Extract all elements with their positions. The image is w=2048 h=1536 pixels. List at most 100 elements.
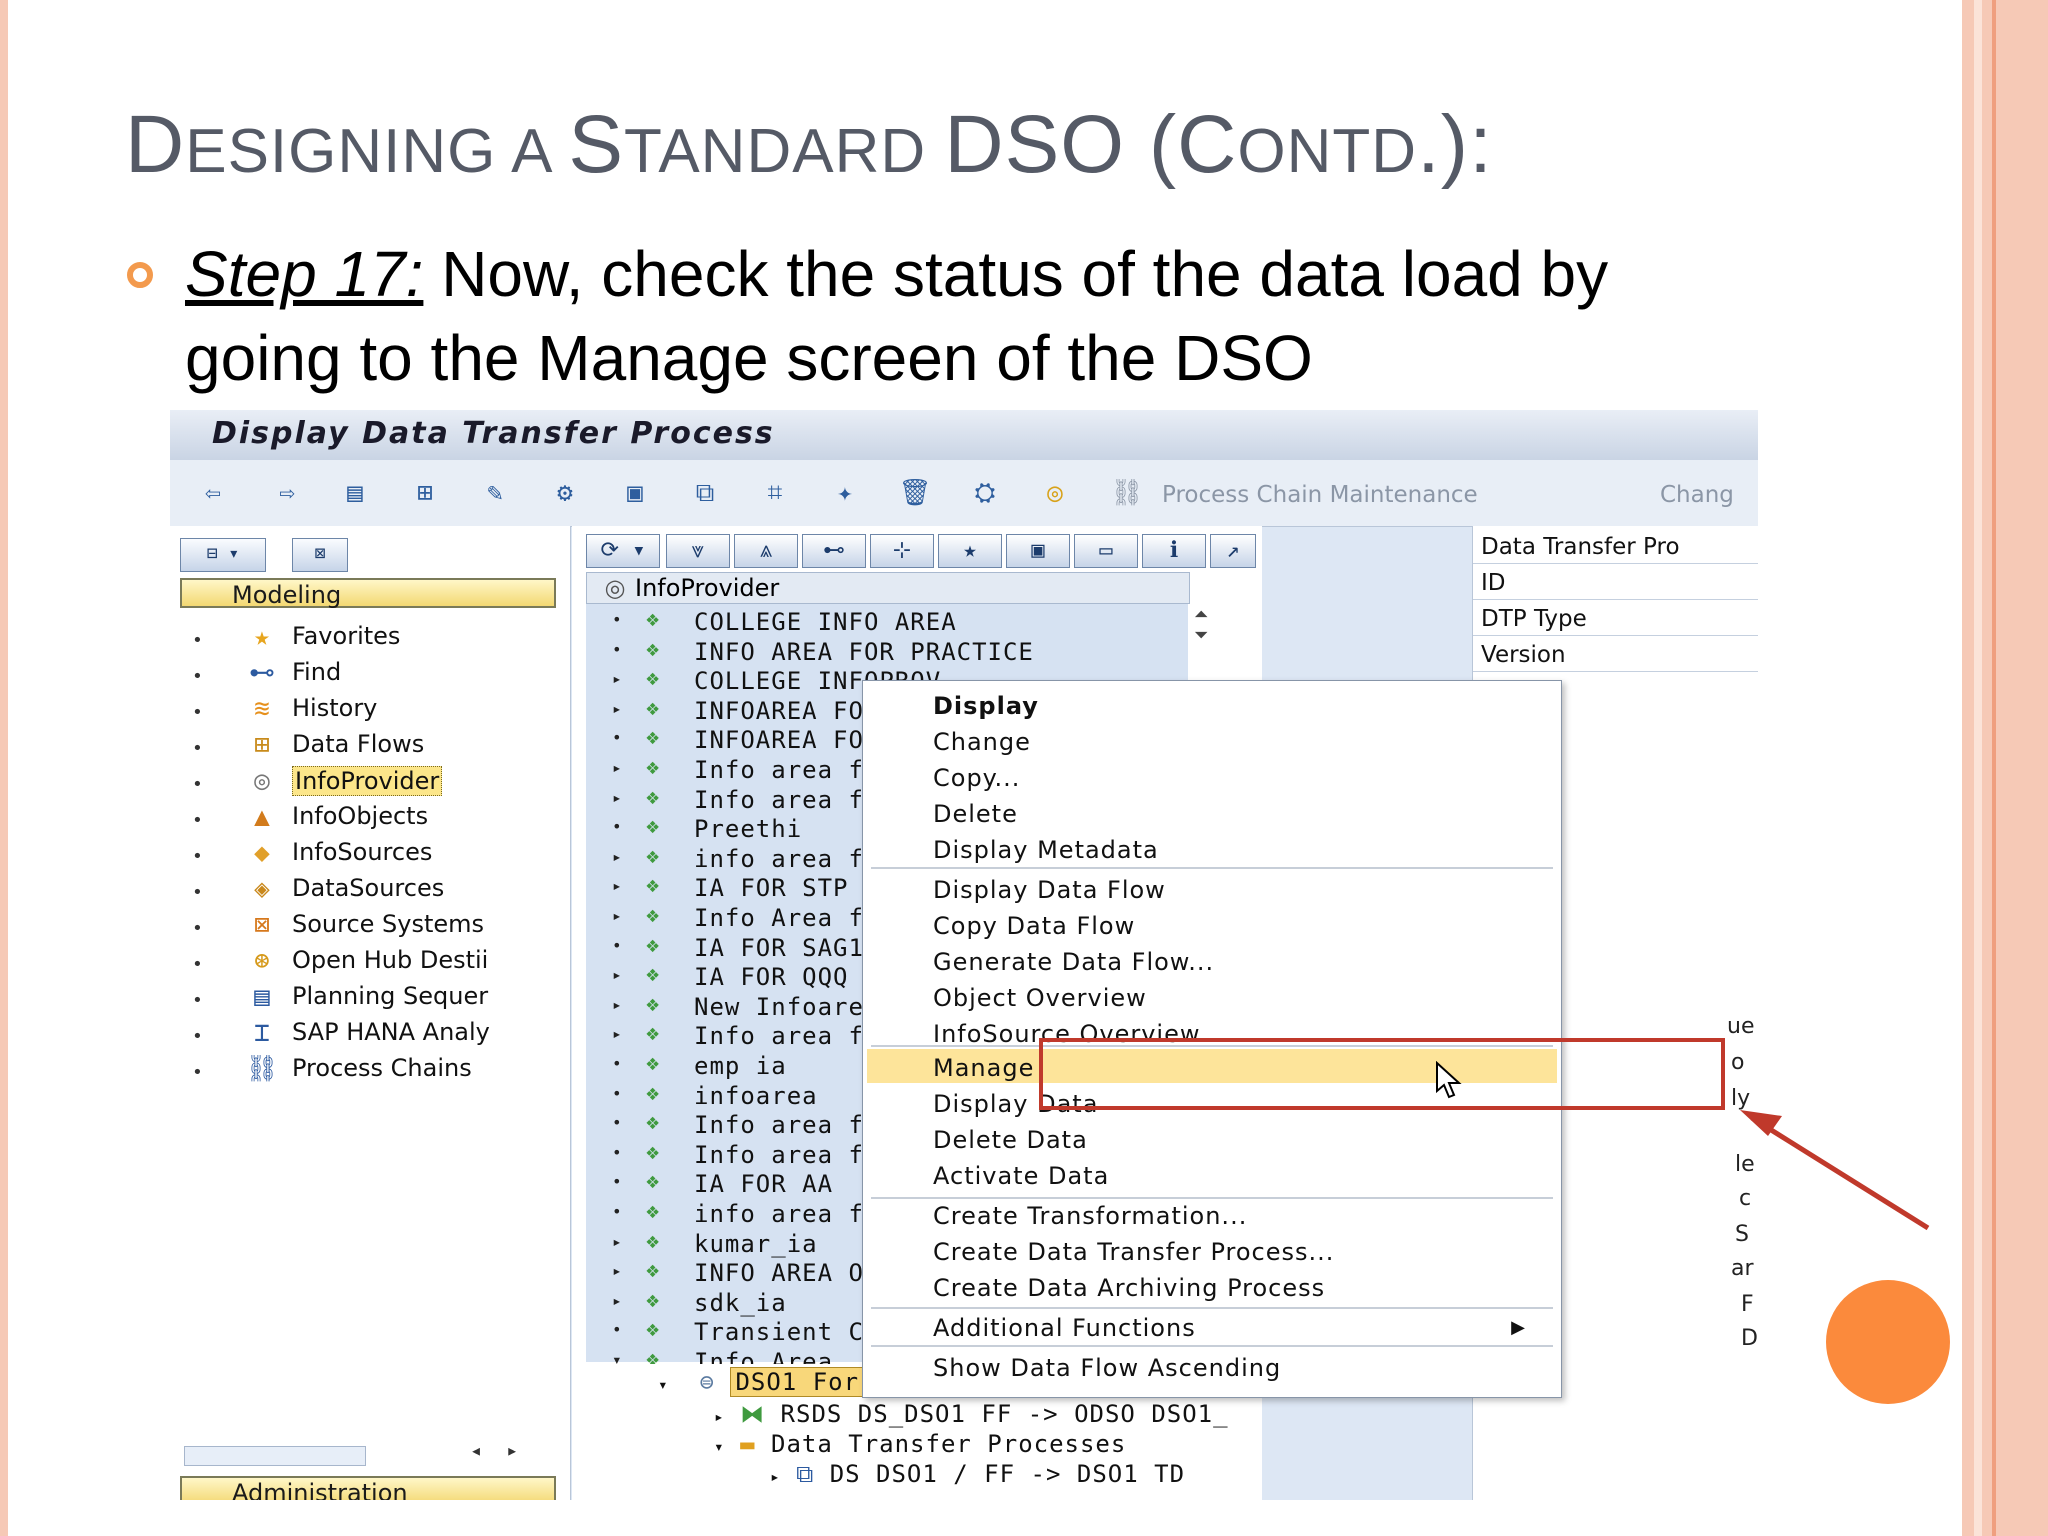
nav-item-open-hub[interactable]: • ⊛ Open Hub Destii [192, 944, 552, 980]
tree-toggle-icon[interactable]: • [612, 1054, 622, 1073]
menu-item-display-data-flow[interactable]: Display Data Flow [933, 875, 1166, 905]
menu-item-create-data-archiving-process[interactable]: Create Data Archiving Process [933, 1273, 1325, 1303]
tree-toggle-icon[interactable]: • [612, 640, 622, 659]
trash-icon[interactable]: 🗑 [898, 478, 932, 508]
edit-icon[interactable]: ✎ [478, 478, 512, 508]
hierarchy-icon[interactable]: ⊞ [408, 478, 442, 508]
tree-toggle-icon[interactable]: • [612, 1143, 622, 1162]
tree-toggle-icon[interactable]: ▸ [612, 1291, 622, 1310]
nav-item-infoprovider[interactable]: • ◎ InfoProvider [192, 764, 552, 800]
tree-toggle-icon[interactable]: ▸ [612, 847, 622, 866]
find-next-button[interactable]: ⊹ [870, 534, 934, 568]
nav-item-process-chains[interactable]: • ⛓ Process Chains [192, 1052, 552, 1088]
transformation-node[interactable]: ▸ ⧓ RSDS DS_DSO1 FF -> ODSO DSO1_ [714, 1400, 1229, 1430]
nav-item-planning[interactable]: • ▤ Planning Sequer [192, 980, 552, 1016]
tree-toggle-icon[interactable]: ▸ [612, 995, 622, 1014]
tree-row[interactable]: • ❖ INFO AREA FOR PRACTICE [586, 637, 1188, 667]
collapse-button[interactable]: ⩓ [734, 534, 798, 568]
info-button[interactable]: ℹ [1142, 534, 1206, 568]
tree-toggle-icon[interactable]: • [612, 1113, 622, 1132]
menu-item-copy[interactable]: Copy... [933, 763, 1020, 793]
tree-toggle-icon[interactable]: • [612, 1202, 622, 1221]
refresh-button[interactable]: ⟳ ▾ [586, 534, 660, 568]
tree-toggle-icon[interactable]: • [612, 728, 622, 747]
menu-item-additional-functions[interactable]: Additional Functions [933, 1313, 1196, 1343]
process-chain-icon: ⛓ [245, 1054, 279, 1084]
copy-icon[interactable]: ⧉ [688, 478, 722, 508]
forward-arrow-icon[interactable]: ⇨ [270, 478, 304, 508]
tree-row[interactable]: • ❖ COLLEGE INFO AREA [586, 607, 1188, 637]
menu-item-display-metadata[interactable]: Display Metadata [933, 835, 1159, 865]
tree-toggle-icon[interactable]: ▸ [612, 1261, 622, 1280]
tree-toggle-icon[interactable]: • [612, 936, 622, 955]
menu-item-object-overview[interactable]: Object Overview [933, 983, 1147, 1013]
menu-item-show-data-flow-ascending[interactable]: Show Data Flow Ascending [933, 1353, 1281, 1383]
menu-item-create-data-transfer-process[interactable]: Create Data Transfer Process... [933, 1237, 1334, 1267]
database-icon[interactable]: ◎ [1038, 478, 1072, 508]
tree-toggle-icon[interactable]: ▸ [612, 965, 622, 984]
menu-item-generate-data-flow[interactable]: Generate Data Flow... [933, 947, 1214, 977]
menu-item-copy-data-flow[interactable]: Copy Data Flow [933, 911, 1135, 941]
display-change-icon[interactable]: ▤ [338, 478, 372, 508]
display-button[interactable]: ▣ [1006, 534, 1070, 568]
nav-item-hana[interactable]: • ⌶ SAP HANA Analy [192, 1016, 552, 1052]
menu-item-delete-data[interactable]: Delete Data [933, 1125, 1088, 1155]
nav-horizontal-scrollbar[interactable] [184, 1446, 366, 1466]
menu-item-create-transformation[interactable]: Create Transformation... [933, 1201, 1247, 1231]
tree-toggle-icon[interactable]: • [612, 1084, 622, 1103]
nav-item-source-systems[interactable]: • ⊠ Source Systems [192, 908, 552, 944]
tree-toggle-icon[interactable]: ▸ [612, 1024, 622, 1043]
dtp-node[interactable]: ▸ ⧉ DS DSO1 / FF -> DSO1 TD [770, 1460, 1185, 1490]
monitor-icon[interactable]: ▣ [618, 478, 652, 508]
menu-item-activate-data[interactable]: Activate Data [933, 1161, 1109, 1191]
modeling-tab[interactable]: Modeling [180, 578, 556, 609]
chain-icon[interactable]: ⛓ [1110, 478, 1144, 508]
nav-item-datasources[interactable]: • ◈ DataSources [192, 872, 552, 908]
tree-toggle-icon[interactable]: ▸ [612, 788, 622, 807]
tree-toggle-icon[interactable]: • [612, 1172, 622, 1191]
tree-toggle-icon[interactable]: • [612, 817, 622, 836]
tree-scroll-arrows[interactable]: ⏶ ⏷ [1194, 604, 1234, 664]
process-chain-maintenance-button[interactable]: Process Chain Maintenance [1162, 482, 1478, 508]
tree-toggle-icon[interactable]: ▸ [612, 699, 622, 718]
tree-toggle-icon[interactable]: ▸ [612, 669, 622, 688]
star-icon: ★ [254, 622, 270, 652]
infoarea-icon: ❖ [646, 991, 660, 1017]
expand-button[interactable]: ⩔ [666, 534, 730, 568]
nav-item-data-flows[interactable]: • ⊞ Data Flows [192, 728, 552, 764]
check-icon[interactable]: ⚙ [548, 478, 582, 508]
cube-icon: ⊜ [699, 1368, 715, 1396]
tree-toggle-icon[interactable]: • [612, 1320, 622, 1339]
folder-button[interactable]: ▭ [1074, 534, 1138, 568]
tree-settings-button[interactable]: ⊟ ▾ [180, 538, 266, 572]
structure-icon[interactable]: ⌗ [758, 478, 792, 508]
change-button[interactable]: Chang [1660, 482, 1734, 508]
menu-item-delete[interactable]: Delete [933, 799, 1018, 829]
dtp-folder-node[interactable]: ▾ ▬ Data Transfer Processes [714, 1430, 1126, 1460]
administration-tab[interactable]: Administration [180, 1476, 556, 1500]
menu-item-manage[interactable]: Manage [933, 1053, 1034, 1083]
transformation-icon: ⧓ [740, 1400, 766, 1428]
close-pane-button[interactable]: ⊠ [292, 538, 348, 572]
nav-item-find[interactable]: • ⊷ Find [192, 656, 552, 692]
wand-icon[interactable]: ✦ [828, 478, 862, 508]
tree-toggle-icon[interactable]: ▸ [612, 758, 622, 777]
nav-item-infoobjects[interactable]: • ▲ InfoObjects [192, 800, 552, 836]
find-button[interactable]: ⊷ [802, 534, 866, 568]
add-favorite-button[interactable]: ★ [938, 534, 1002, 568]
tree-toggle-icon[interactable]: ▸ [612, 1232, 622, 1251]
nav-scroll-arrows[interactable]: ◂ ▸ [470, 1438, 518, 1462]
nav-item-infosources[interactable]: • ◆ InfoSources [192, 836, 552, 872]
nav-item-favorites[interactable]: • ★ Favorites [192, 620, 552, 656]
nav-item-history[interactable]: • ≋ History [192, 692, 552, 728]
tree-toggle-icon[interactable]: • [612, 610, 622, 629]
jump-button[interactable]: ↗ [1210, 534, 1256, 568]
infoarea-icon: ❖ [646, 903, 660, 928]
back-arrow-icon[interactable]: ⇦ [196, 478, 230, 508]
tree-toggle-icon[interactable]: ▸ [612, 906, 622, 925]
tree-toggle-icon[interactable]: ▸ [612, 876, 622, 895]
hat-icon[interactable]: ⛭ [968, 478, 1002, 508]
infoarea-icon: ❖ [646, 1110, 660, 1136]
menu-item-change[interactable]: Change [933, 727, 1031, 757]
menu-item-display[interactable]: Display [933, 691, 1039, 721]
